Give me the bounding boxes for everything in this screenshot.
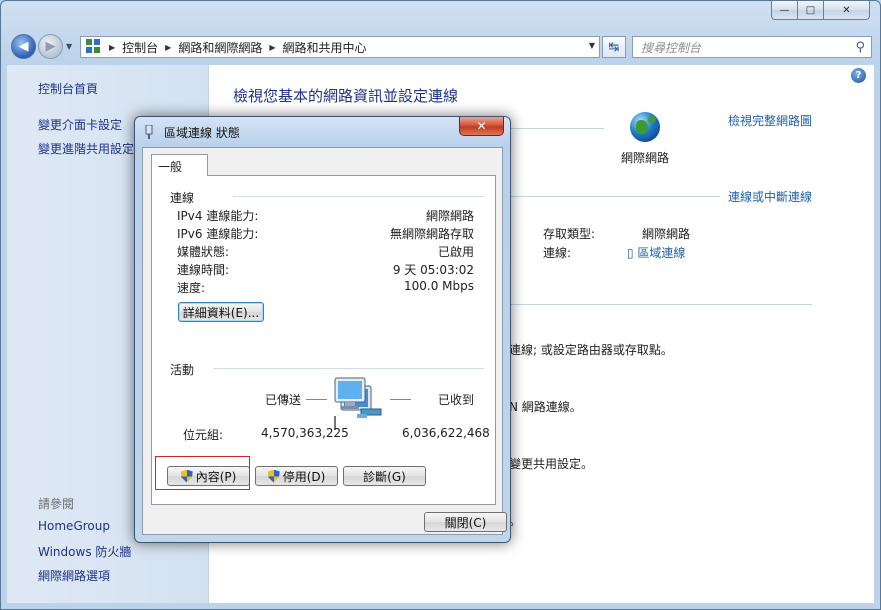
task-description-1: 連線; 或設定路由器或存取點。 <box>509 343 673 357</box>
view-full-map-link[interactable]: 檢視完整網路圖 <box>728 112 812 129</box>
uac-shield-icon <box>267 469 280 483</box>
dialog-close-button[interactable]: ✕ <box>459 117 504 136</box>
breadcrumb-network-internet[interactable]: 網路和網際網路 <box>178 39 262 56</box>
see-also-heading: 請參閱 <box>38 497 75 511</box>
connect-disconnect-link[interactable]: 連線或中斷連線 <box>728 188 812 205</box>
network-center-icon <box>86 39 102 55</box>
activity-group-label: 活動 <box>170 363 195 377</box>
disable-button-label: 停用(D) <box>282 469 326 484</box>
sent-line <box>306 399 327 400</box>
breadcrumb-control-panel[interactable]: 控制台 <box>122 39 158 56</box>
internet-label: 網際網路 <box>621 151 670 165</box>
section-divider <box>499 304 812 305</box>
speed-label: 速度: <box>177 281 206 295</box>
breadcrumb-separator-icon[interactable]: ▶ <box>109 43 115 52</box>
forward-arrow-icon[interactable]: ▶ <box>38 34 63 59</box>
breadcrumb-separator-icon[interactable]: ▶ <box>165 43 171 52</box>
recent-pages-dropdown-icon[interactable]: ▼ <box>66 42 72 51</box>
diagnose-button[interactable]: 診斷(G) <box>343 466 426 486</box>
minimize-button[interactable]: — <box>771 1 798 20</box>
duration-label: 連線時間: <box>177 263 230 277</box>
ipv6-connectivity-value: 無網際網路存取 <box>389 227 474 241</box>
search-icon[interactable]: ⚲ <box>855 40 865 55</box>
close-button[interactable]: 關閉(C) <box>424 512 507 532</box>
address-dropdown-icon[interactable]: ▼ <box>589 41 595 50</box>
sidebar-link-control-panel-home[interactable]: 控制台首頁 <box>38 80 98 97</box>
sent-label: 已傳送 <box>265 393 302 407</box>
access-type-value: 網際網路 <box>642 227 691 241</box>
sidebar-link-change-adapter-settings[interactable]: 變更介面卡設定 <box>38 116 122 133</box>
local-area-connection-link[interactable]: ▯ 區域連線 <box>627 244 685 261</box>
disable-button[interactable]: 停用(D) <box>255 466 338 486</box>
connections-label: 連線: <box>543 246 572 260</box>
bytes-sent-value: 4,570,363,225 <box>261 426 349 440</box>
ethernet-icon: ▯ <box>627 246 638 260</box>
ethernet-connector-icon <box>145 124 153 139</box>
media-state-label: 媒體狀態: <box>177 245 230 259</box>
received-label: 已收到 <box>438 393 475 407</box>
search-input[interactable]: 搜尋控制台 ⚲ <box>632 36 872 58</box>
sidebar-link-internet-options[interactable]: 網際網路選項 <box>38 567 110 584</box>
search-placeholder: 搜尋控制台 <box>641 40 702 55</box>
group-divider <box>233 196 484 197</box>
access-type-label: 存取類型: <box>543 227 596 241</box>
sidebar-link-windows-firewall[interactable]: Windows 防火牆 <box>38 543 131 560</box>
help-icon[interactable]: ? <box>851 68 866 83</box>
back-arrow-icon[interactable]: ◀ <box>11 34 36 59</box>
refresh-button[interactable]: ↹ <box>602 36 626 58</box>
tab-general[interactable]: 一般 <box>151 154 208 176</box>
task-description-3: 變更共用設定。 <box>509 457 594 471</box>
sidebar-link-advanced-sharing[interactable]: 變更進階共用設定 <box>38 140 134 157</box>
local-area-connection-label: 區域連線 <box>637 246 686 260</box>
bytes-received-value: 6,036,622,468 <box>402 426 490 440</box>
navigation-bar: ◀ ▶ ▼ ▶ 控制台 ▶ 網路和網際網路 ▶ 網路和共用中心 ▼ ↹ 搜尋控制… <box>9 31 872 61</box>
group-divider <box>214 368 484 369</box>
page-title: 檢視您基本的網路資訊並設定連線 <box>233 87 459 105</box>
speed-value: 100.0 Mbps <box>403 279 474 293</box>
properties-highlight-box <box>155 456 250 490</box>
breadcrumb-network-sharing-center[interactable]: 網路和共用中心 <box>283 39 367 56</box>
duration-value: 9 天 05:03:02 <box>392 263 474 277</box>
breadcrumb-separator-icon[interactable]: ▶ <box>269 43 275 52</box>
ipv4-connectivity-label: IPv4 連線能力: <box>177 209 259 223</box>
network-activity-icon <box>333 376 389 430</box>
network-map-line <box>499 128 604 129</box>
bytes-label: 位元組: <box>183 428 224 442</box>
details-button[interactable]: 詳細資料(E)... <box>178 302 264 322</box>
received-line <box>390 399 411 400</box>
section-divider <box>499 196 720 197</box>
task-description-2: N 網路連線。 <box>509 400 582 414</box>
dialog-title: 區域連線 狀態 <box>164 126 240 140</box>
caption-buttons: — □ ✕ <box>771 1 870 20</box>
media-state-value: 已啟用 <box>437 245 474 259</box>
ipv4-connectivity-value: 網際網路 <box>425 209 474 223</box>
connection-group-label: 連線 <box>170 191 195 205</box>
close-window-button[interactable]: ✕ <box>824 1 870 20</box>
sidebar-link-homegroup[interactable]: HomeGroup <box>38 519 110 533</box>
ipv6-connectivity-label: IPv6 連線能力: <box>177 227 259 241</box>
maximize-button[interactable]: □ <box>798 1 824 20</box>
address-bar[interactable]: ▶ 控制台 ▶ 網路和網際網路 ▶ 網路和共用中心 ▼ <box>80 36 600 58</box>
internet-globe-icon[interactable] <box>630 112 660 142</box>
